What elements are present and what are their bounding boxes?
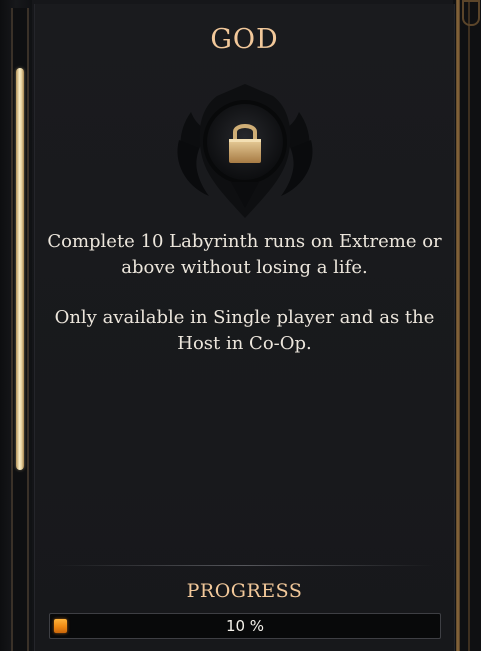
description-requirement: Complete 10 Labyrinth runs on Extreme or… — [47, 231, 442, 278]
frame-ornament — [462, 0, 480, 26]
frame-bar — [456, 0, 460, 651]
achievement-screen: GOD Complete 10 Labyrinth runs on Extrem… — [0, 0, 481, 651]
divider — [55, 565, 434, 566]
progress-bar: 10 % — [49, 613, 441, 639]
right-frame — [453, 0, 481, 651]
scroll-column — [0, 0, 32, 651]
achievement-description: Complete 10 Labyrinth runs on Extreme or… — [35, 229, 454, 381]
progress-label: PROGRESS — [186, 580, 303, 602]
achievement-panel: GOD Complete 10 Labyrinth runs on Extrem… — [34, 4, 455, 651]
scrollbar-thumb[interactable] — [16, 68, 24, 470]
locked-emblem-icon — [177, 84, 313, 218]
achievement-title: GOD — [210, 24, 279, 55]
progress-value: 10 % — [225, 617, 265, 635]
description-availability: Only available in Single player and as t… — [54, 307, 435, 354]
frame-bar-inner — [468, 0, 470, 651]
